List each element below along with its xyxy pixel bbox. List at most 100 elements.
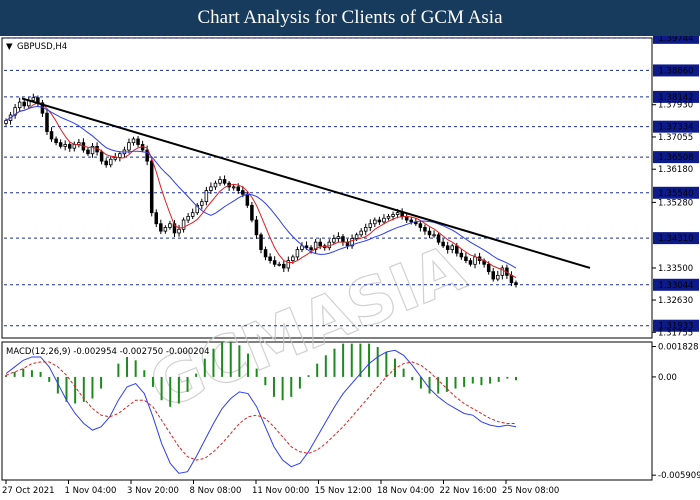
candle-body — [341, 236, 345, 243]
candle-body — [245, 193, 250, 206]
candle-body — [118, 153, 122, 158]
candle-body — [168, 223, 172, 228]
chart-title: Chart Analysis for Clients of GCM Asia — [197, 7, 503, 28]
candle-body — [377, 219, 382, 223]
candle-body — [254, 219, 259, 236]
candle-body — [318, 241, 322, 247]
price-tick-label: 1.31755 — [658, 328, 693, 338]
candle-body — [450, 245, 455, 250]
candle-body — [336, 236, 341, 239]
time-axis: 27 Oct 2021 1 Nov 04:00 3 Nov 20:00 8 Nov 0… — [2, 480, 559, 496]
price-tick-label: 1.35280 — [658, 198, 693, 208]
candle-body — [395, 212, 400, 215]
candle-body — [86, 149, 90, 155]
price-axis: 1.37930 1.37055 1.36180 1.35280 1.33500 1.326… — [652, 101, 693, 338]
level-price-label: 1.38860 — [658, 66, 693, 76]
candle-body — [363, 227, 368, 232]
candle-body — [391, 214, 395, 217]
macd-tick-label: 0.00 — [658, 373, 677, 383]
candle-body — [423, 227, 427, 232]
candle-body — [204, 190, 209, 203]
candle-body — [309, 247, 313, 250]
candle-body — [486, 263, 491, 273]
candle-body — [464, 256, 468, 262]
candle-body — [418, 223, 423, 228]
price-tick-label: 1.36180 — [658, 165, 693, 175]
candle-body — [345, 241, 350, 247]
candle-body — [473, 256, 477, 265]
candle-body — [373, 219, 377, 225]
candle-body — [213, 182, 218, 188]
candle-body — [263, 249, 268, 258]
macd-tick-label: 0.001828 — [658, 343, 699, 353]
candle-body — [154, 212, 159, 225]
candle-body — [127, 142, 131, 151]
price-tick-label: 1.37930 — [658, 101, 693, 111]
candle-body — [186, 215, 190, 221]
candle-body — [218, 179, 222, 184]
level-price-label: 1.37334 — [658, 123, 693, 133]
candle-body — [231, 186, 236, 189]
candle-body — [99, 151, 104, 162]
candle-body — [250, 204, 254, 221]
candle-body — [445, 245, 450, 250]
candle-body — [354, 234, 359, 239]
symbol-label: GBPUSD,H4 — [17, 42, 67, 52]
candle-body — [222, 179, 227, 184]
candle-body — [514, 282, 518, 285]
candle-body — [177, 228, 181, 234]
candle-body — [332, 238, 336, 243]
candle-body — [145, 149, 149, 162]
candle-body — [468, 260, 473, 265]
candle-body — [149, 160, 154, 214]
candle-body — [72, 144, 77, 149]
macd-tick-label: -0.005909 — [658, 471, 700, 481]
level-price-label: 1.34310 — [658, 234, 693, 244]
candle-body — [295, 249, 300, 258]
candle-body — [113, 157, 118, 160]
price-tick-label: 1.33500 — [658, 264, 693, 274]
candle-body — [108, 158, 113, 166]
time-tick-label: 18 Nov 04:00 — [377, 486, 434, 496]
candle-body — [67, 144, 72, 149]
candle-body — [45, 112, 49, 133]
candle-body — [455, 245, 459, 254]
candle-body — [4, 120, 8, 124]
candle-body — [22, 101, 26, 107]
candle-body — [427, 230, 432, 236]
price-tick-label: 1.32630 — [658, 296, 693, 306]
candle-body — [277, 263, 281, 266]
time-tick-label: 27 Oct 2021 — [2, 486, 55, 496]
candle-body — [272, 260, 277, 265]
candle-body — [131, 138, 136, 144]
chart-title-banner: Chart Analysis for Clients of GCM Asia — [0, 0, 700, 36]
candle-body — [163, 227, 168, 232]
time-tick-label: 22 Nov 16:00 — [440, 486, 497, 496]
candle-body — [282, 263, 286, 269]
macd-panel-frame — [1, 341, 653, 481]
candle-body — [491, 271, 495, 280]
candle-body — [432, 234, 436, 237]
level-price-label: 1.33044 — [658, 281, 693, 291]
candle-body — [268, 256, 272, 262]
price-tick-label: 1.37055 — [658, 133, 693, 143]
candle-body — [54, 138, 58, 144]
candle-body — [436, 234, 441, 243]
time-tick-label: 3 Nov 20:00 — [127, 486, 179, 496]
time-tick-label: 8 Nov 08:00 — [190, 486, 242, 496]
candle-body — [509, 274, 514, 284]
candle-body — [49, 131, 54, 140]
candle-body — [17, 101, 22, 109]
candle-body — [63, 144, 67, 147]
time-tick-label: 25 Nov 08:00 — [502, 486, 559, 496]
candle-body — [159, 223, 163, 232]
candle-body — [368, 223, 373, 228]
symbol-dropdown-icon[interactable]: ▼ — [6, 42, 13, 52]
candle-body — [359, 230, 363, 236]
level-price-label: 1.35540 — [658, 189, 693, 199]
candle-body — [190, 212, 195, 217]
candle-body — [382, 217, 386, 223]
candle-body — [409, 219, 414, 223]
candle-body — [304, 245, 309, 249]
time-tick-label: 11 Nov 00:00 — [252, 486, 309, 496]
